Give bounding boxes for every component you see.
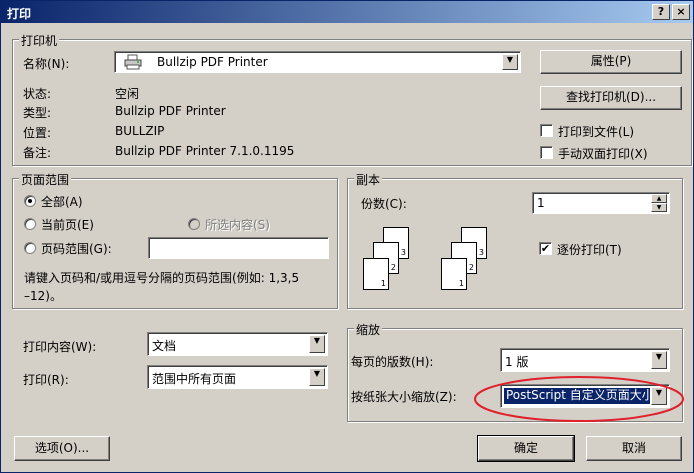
print-mode-label: 打印(R): (23, 373, 69, 387)
collate-checkbox[interactable]: ✔ (539, 242, 552, 255)
zoom-group-label: 缩放 (354, 321, 383, 338)
collate-page: 1 (441, 258, 467, 290)
cancel-button[interactable]: 取消 (586, 436, 682, 461)
printer-name-label: 名称(N): (23, 57, 70, 71)
title-bar[interactable]: 打印 ? × (1, 1, 693, 23)
print-dialog: 打印 ? × 打印机 名称(N): Bullzip PDF Printer ▼ … (0, 0, 694, 473)
printer-name-value: Bullzip PDF Printer (157, 55, 268, 69)
copies-count-value: 1 (537, 196, 545, 210)
page-range-hint-line1: 请键入页码和/或用逗号分隔的页码范围(例如: 1,3,5 (24, 271, 300, 285)
range-all-label[interactable]: 全部(A) (41, 193, 83, 210)
comment-value: Bullzip PDF Printer 7.1.0.1195 (115, 144, 295, 158)
printer-group-label: 打印机 (19, 32, 60, 49)
collate-illustration-b: 3 2 1 (439, 227, 499, 293)
chevron-down-icon[interactable]: ▼ (502, 54, 518, 70)
print-to-file-checkbox[interactable] (540, 124, 553, 137)
printer-name-combo[interactable]: Bullzip PDF Printer ▼ (114, 51, 521, 73)
copies-spinner[interactable]: 1 ▲ ▼ (532, 192, 670, 214)
manual-duplex-label[interactable]: 手动双面打印(X) (558, 145, 648, 162)
print-to-file-label[interactable]: 打印到文件(L) (558, 123, 634, 140)
options-button[interactable]: 选项(O)... (14, 436, 110, 461)
page-range-group-label: 页面范围 (19, 171, 72, 188)
range-pages-label[interactable]: 页码范围(G): (41, 240, 112, 257)
range-current-radio[interactable] (24, 218, 36, 230)
page-range-hint-line2: –12)。 (24, 289, 62, 303)
annotation-ellipse (474, 376, 684, 422)
pages-per-sheet-combo[interactable]: 1 版 ▼ (500, 348, 670, 372)
collate-illustration-a: 3 2 1 (361, 227, 421, 293)
help-button[interactable]: ? (652, 4, 670, 20)
find-printer-button[interactable]: 查找打印机(D)... (540, 86, 682, 110)
range-all-radio[interactable] (24, 195, 36, 207)
print-what-combo[interactable]: 文档 ▼ (147, 332, 328, 356)
pages-per-sheet-value: 1 版 (505, 355, 529, 369)
where-label: 位置: (23, 126, 52, 140)
print-mode-combo[interactable]: 范围中所有页面 ▼ (147, 365, 328, 389)
printer-icon (123, 54, 143, 70)
comment-label: 备注: (23, 146, 52, 160)
copies-group-label: 副本 (354, 171, 383, 188)
scale-to-paper-label: 按纸张大小缩放(Z): (351, 390, 457, 404)
collate-page: 1 (363, 258, 389, 290)
status-value: 空闲 (115, 87, 140, 101)
chevron-down-icon[interactable]: ▼ (309, 335, 325, 353)
window-title: 打印 (7, 7, 32, 21)
chevron-down-icon[interactable]: ▼ (309, 368, 325, 386)
range-selection-radio[interactable] (188, 218, 200, 230)
range-selection-label[interactable]: 所选内容(S) (205, 216, 270, 233)
type-label: 类型: (23, 106, 52, 120)
properties-button[interactable]: 属性(P) (540, 50, 682, 74)
print-what-value: 文档 (152, 339, 177, 353)
where-value: BULLZIP (115, 124, 165, 138)
manual-duplex-checkbox[interactable] (540, 146, 553, 159)
spin-down-icon[interactable]: ▼ (651, 203, 667, 212)
pages-per-sheet-label: 每页的版数(H): (351, 355, 434, 369)
collate-label[interactable]: 逐份打印(T) (557, 241, 622, 258)
range-current-label[interactable]: 当前页(E) (41, 216, 94, 233)
chevron-down-icon[interactable]: ▼ (651, 351, 667, 369)
spin-up-icon[interactable]: ▲ (651, 194, 667, 203)
range-pages-radio[interactable] (24, 242, 36, 254)
copies-count-label: 份数(C): (361, 197, 407, 211)
page-range-input[interactable] (148, 237, 329, 259)
print-mode-value: 范围中所有页面 (152, 372, 237, 386)
type-value: Bullzip PDF Printer (115, 104, 226, 118)
status-label: 状态: (23, 87, 52, 101)
ok-button[interactable]: 确定 (477, 435, 575, 462)
print-what-label: 打印内容(W): (23, 340, 97, 354)
close-button[interactable]: × (672, 4, 690, 20)
